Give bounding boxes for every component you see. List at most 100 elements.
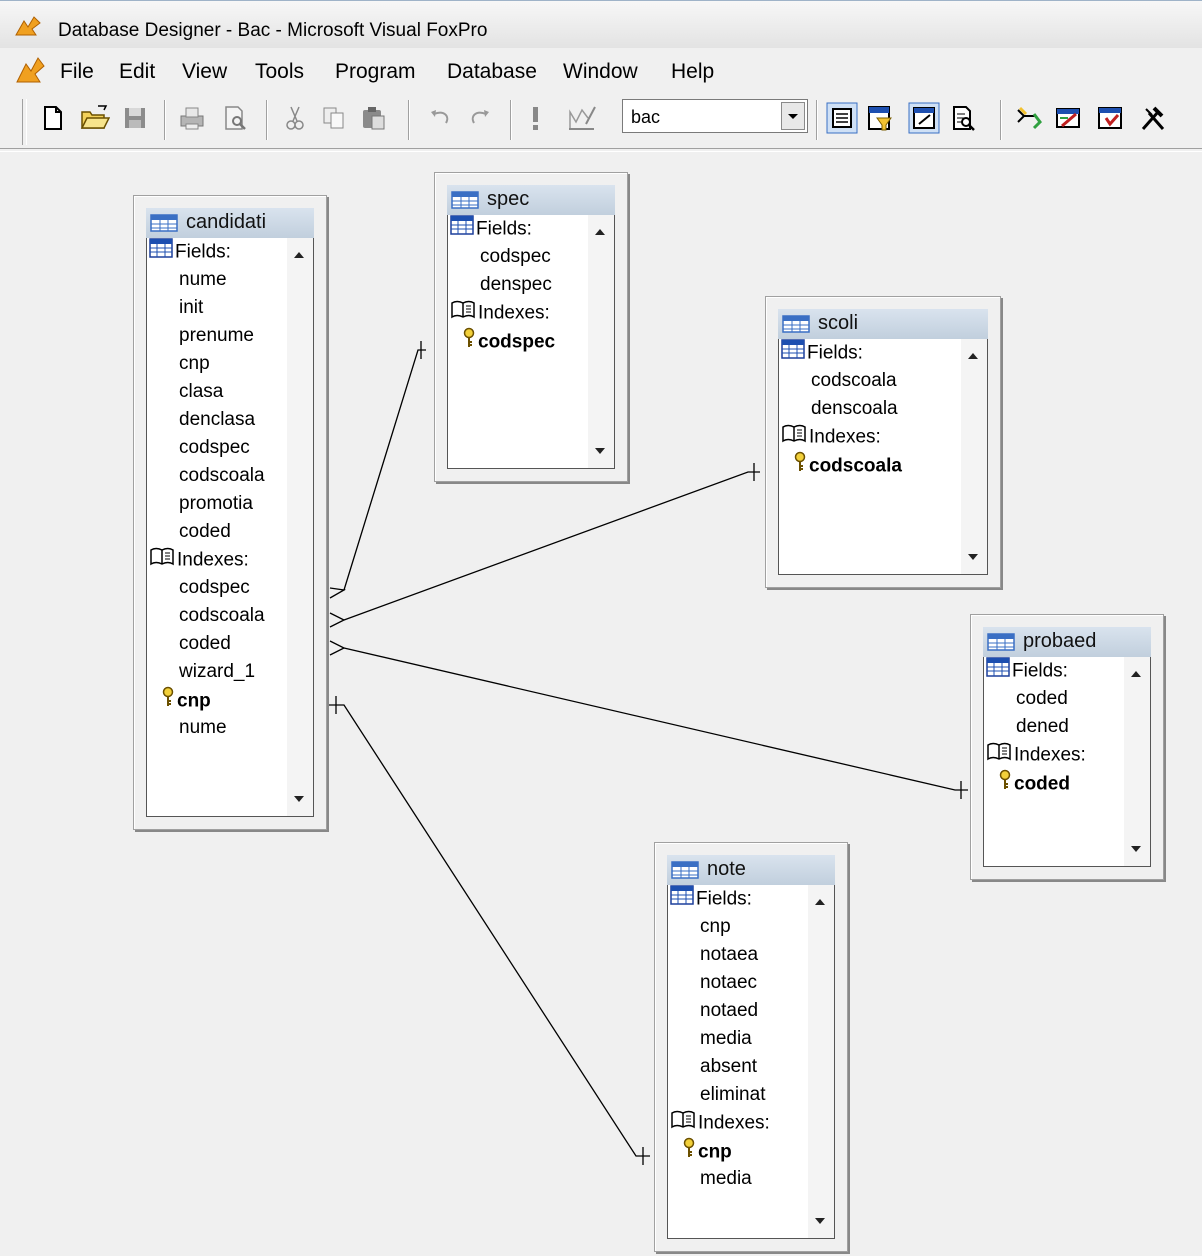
index-name: codscoala [809,455,902,477]
table-name: note [707,858,746,880]
primary-index-item[interactable]: cnp [161,686,211,714]
field-item[interactable]: prenume [179,322,254,350]
primary-index-item[interactable]: codspec [462,327,555,355]
table-icon [671,861,699,885]
field-item[interactable]: notaed [700,997,758,1025]
field-item[interactable]: dened [1016,713,1069,741]
field-item[interactable]: coded [1016,685,1068,713]
field-list[interactable]: Fields: codscoala denscoala Indexes: codscoa… [778,339,988,575]
index-item[interactable]: codscoala [179,602,265,630]
field-list[interactable]: Fields: nume init prenume cnp clasa denclasa co… [146,238,314,817]
table-caption[interactable]: note [667,855,835,885]
field-item[interactable]: codscoala [811,367,897,395]
indexes-label: Indexes: [478,302,550,324]
scrollbar[interactable] [1124,657,1150,866]
field-list[interactable]: Fields: coded dened Indexes: coded [983,657,1151,867]
scroll-down-icon[interactable] [815,1218,825,1224]
indexes-icon [450,299,476,328]
primary-index-item[interactable]: cnp [682,1137,732,1165]
index-item[interactable]: wizard_1 [179,658,255,686]
field-list[interactable]: Fields: cnp notaea notaec notaed media absent e… [667,885,835,1239]
scroll-down-icon[interactable] [595,448,605,454]
relation-candidati-probaed [343,647,968,791]
field-item[interactable]: codscoala [179,462,265,490]
field-list[interactable]: Fields: codspec denspec Indexes: codspec [447,215,615,469]
indexes-section: Indexes: [149,546,249,574]
scroll-up-icon[interactable] [815,899,825,905]
fields-label: Fields: [807,342,863,364]
scrollbar[interactable] [808,885,834,1238]
field-item[interactable]: denscoala [811,395,898,423]
field-item[interactable]: promotia [179,490,253,518]
indexes-icon [781,423,807,452]
field-item[interactable]: clasa [179,378,223,406]
table-icon [782,315,810,339]
field-item[interactable]: nume [179,266,227,294]
scroll-down-icon[interactable] [968,554,978,560]
key-icon [161,686,175,717]
field-item[interactable]: codspec [480,243,551,271]
fields-icon [781,339,805,368]
indexes-label: Indexes: [177,549,249,571]
field-item[interactable]: codspec [179,434,250,462]
table-window-scoli[interactable]: scoli Fields: codscoala denscoala Indexes: co… [765,296,1001,588]
indexes-section: Indexes: [450,299,550,327]
table-name: scoli [818,312,859,334]
fields-section: Fields: [149,238,231,266]
relation-candidati-probaed-crowfoot [329,640,346,656]
scroll-up-icon[interactable] [968,353,978,359]
table-window-note[interactable]: note Fields: cnp notaea notaec notaed media abs… [654,842,848,1252]
indexes-icon [149,546,175,575]
index-item[interactable]: media [700,1165,752,1193]
field-item[interactable]: cnp [700,913,731,941]
indexes-section: Indexes: [781,423,881,451]
primary-index-item[interactable]: codscoala [793,451,902,479]
field-item[interactable]: coded [179,518,231,546]
table-caption[interactable]: candidati [146,208,314,238]
indexes-icon [670,1109,696,1138]
primary-index-item[interactable]: coded [998,769,1070,797]
table-window-candidati[interactable]: candidati Fields: nume init prenume cnp clasa d… [133,195,327,830]
fields-icon [670,885,694,914]
table-icon [987,633,1015,657]
scroll-up-icon[interactable] [1131,671,1141,677]
scroll-down-icon[interactable] [1131,846,1141,852]
index-item[interactable]: nume [179,714,227,742]
scroll-down-icon[interactable] [294,796,304,802]
scroll-up-icon[interactable] [294,252,304,258]
table-window-spec[interactable]: spec Fields: codspec denspec Indexes: codspec [434,172,628,482]
key-icon [682,1137,696,1168]
table-icon [451,191,479,215]
scroll-up-icon[interactable] [595,229,605,235]
indexes-section: Indexes: [986,741,1086,769]
relation-candidati-spec-crowfoot [329,587,346,599]
fields-section: Fields: [986,657,1068,685]
field-item[interactable]: notaec [700,969,757,997]
table-caption[interactable]: probaed [983,627,1151,657]
table-caption[interactable]: spec [447,185,615,215]
table-name: probaed [1023,630,1097,652]
indexes-icon [986,741,1012,770]
relation-candidati-note [326,704,650,1157]
field-item[interactable]: media [700,1025,752,1053]
field-item[interactable]: denclasa [179,406,255,434]
scrollbar[interactable] [961,339,987,574]
scrollbar[interactable] [287,238,313,816]
indexes-label: Indexes: [809,426,881,448]
index-name: codspec [478,331,556,353]
table-caption[interactable]: scoli [778,309,988,339]
index-item[interactable]: codspec [179,574,250,602]
field-item[interactable]: absent [700,1053,757,1081]
fields-section: Fields: [781,339,863,367]
field-item[interactable]: init [179,294,203,322]
scrollbar[interactable] [588,215,614,468]
field-item[interactable]: eliminat [700,1081,765,1109]
field-item[interactable]: cnp [179,350,210,378]
field-item[interactable]: denspec [480,271,552,299]
field-item[interactable]: notaea [700,941,758,969]
table-name: spec [487,188,530,210]
index-item[interactable]: coded [179,630,231,658]
table-name: candidati [186,211,267,233]
fields-icon [149,238,173,267]
table-window-probaed[interactable]: probaed Fields: coded dened Indexes: coded [970,614,1164,880]
